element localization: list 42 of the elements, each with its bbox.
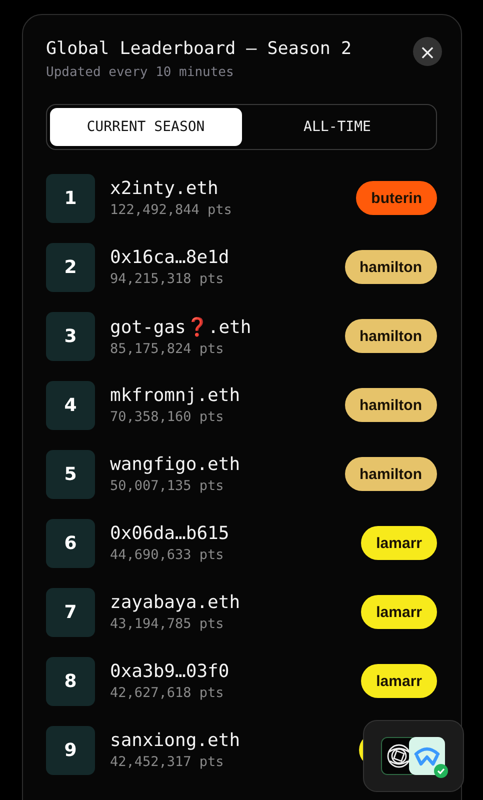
rank-tile: 2 xyxy=(46,242,95,292)
rank-tile: 9 xyxy=(46,726,95,774)
tier-tag: lamarr xyxy=(361,664,437,698)
player-name: zayabaya.eth xyxy=(110,592,242,613)
rank-tile: 5 xyxy=(46,450,95,498)
player-name: wangfigo.eth xyxy=(110,454,242,475)
player-name: sanxiong.eth xyxy=(110,730,242,751)
rank-tile: 1 xyxy=(46,174,95,222)
tier-tag: hamilton xyxy=(344,319,437,353)
season-tab[interactable]: CURRENT SEASON xyxy=(50,108,242,146)
player-points: 70,358,160 pts xyxy=(110,409,225,425)
tier-tag: hamilton xyxy=(344,457,437,491)
player-name: 0x06da…b615 xyxy=(110,523,230,544)
rank-tile: 7 xyxy=(46,588,95,636)
player-name: got-gas❓.eth xyxy=(110,316,252,338)
update-note: Updated every 10 minutes xyxy=(46,65,235,80)
player-points: 44,690,633 pts xyxy=(110,547,225,563)
tier-tag: lamarr xyxy=(361,595,437,629)
season-tab[interactable]: ALL-TIME xyxy=(242,108,433,146)
player-name: x2inty.eth xyxy=(110,178,220,199)
tier-tag: hamilton xyxy=(344,388,437,422)
modal-title: Global Leaderboard — Season 2 xyxy=(46,39,352,59)
player-name: 0xa3b9…03f0 xyxy=(110,661,230,682)
player-points: 94,215,318 pts xyxy=(110,271,225,287)
tier-tag: hamilton xyxy=(344,250,437,284)
player-name: mkfromnj.eth xyxy=(110,385,242,406)
rank-tile: 6 xyxy=(46,518,95,568)
player-name: 0x16ca…8e1d xyxy=(110,247,230,268)
player-points: 122,492,844 pts xyxy=(110,202,233,218)
rank-tile: 8 xyxy=(46,656,95,706)
tier-tag: lamarr xyxy=(361,526,437,560)
rank-tile: 4 xyxy=(46,380,95,430)
player-points: 42,627,618 pts xyxy=(110,685,225,701)
player-points: 43,194,785 pts xyxy=(110,616,225,632)
tier-tag: buterin xyxy=(356,181,437,215)
wallet-logo-icon xyxy=(408,737,448,779)
player-points: 85,175,824 pts xyxy=(110,340,225,356)
player-points: 50,007,135 pts xyxy=(110,478,225,494)
rank-tile: 3 xyxy=(46,312,95,360)
close-button[interactable]: × xyxy=(413,37,442,66)
wallet-widget[interactable] xyxy=(363,720,464,792)
player-points: 42,452,317 pts xyxy=(110,754,225,770)
